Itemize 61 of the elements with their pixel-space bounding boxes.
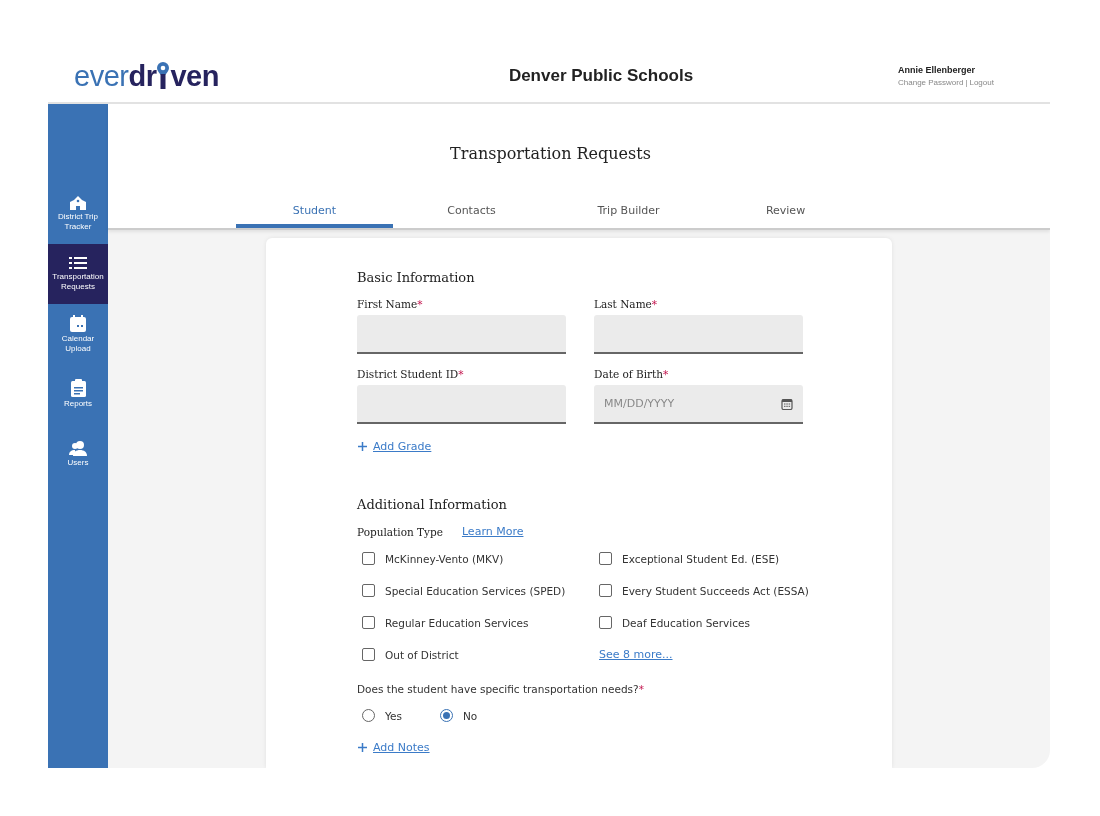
everdriven-logo: everdr ven bbox=[74, 61, 220, 91]
change-password-link[interactable]: Change Password bbox=[898, 78, 964, 87]
checkbox-option[interactable]: Special Education Services (SPED) bbox=[362, 582, 599, 599]
user-name: Annie Ellenberger bbox=[898, 65, 977, 75]
school-icon bbox=[69, 196, 87, 211]
field-label: First Name* bbox=[357, 298, 424, 310]
sidebar-item[interactable]: District Trip Tracker bbox=[48, 184, 108, 244]
sidebar-item[interactable]: Users bbox=[48, 424, 108, 484]
checkbox-option[interactable]: McKinney-Vento (MKV) bbox=[362, 550, 599, 567]
field-label: Date of Birth* bbox=[594, 368, 670, 380]
step-tab[interactable]: Student bbox=[236, 204, 393, 228]
plus-icon bbox=[357, 441, 368, 452]
calendar-icon[interactable] bbox=[781, 398, 793, 410]
step-tab[interactable]: Trip Builder bbox=[550, 204, 707, 228]
input-field[interactable] bbox=[357, 385, 566, 424]
checkbox[interactable] bbox=[599, 584, 612, 597]
checkbox[interactable] bbox=[599, 552, 612, 565]
users-icon bbox=[69, 440, 87, 457]
checkbox-option[interactable]: Deaf Education Services bbox=[599, 614, 829, 631]
link-separator: | bbox=[965, 78, 968, 87]
question-text: Does the student have specific transportation needs?* bbox=[357, 683, 645, 695]
see-more-link[interactable]: See 8 more... bbox=[599, 648, 673, 661]
checkbox[interactable] bbox=[362, 584, 375, 597]
field-label: District Student ID* bbox=[357, 368, 465, 380]
input-field[interactable] bbox=[357, 315, 566, 354]
list-icon bbox=[69, 256, 87, 271]
checkbox[interactable] bbox=[362, 648, 375, 661]
sidebar-item[interactable]: Transportation Requests bbox=[48, 244, 108, 304]
sidebar-item[interactable]: Calendar Upload bbox=[48, 304, 108, 364]
checkbox-option[interactable]: Regular Education Services bbox=[362, 614, 599, 631]
section-heading: Additional Information bbox=[357, 497, 508, 512]
add-notes-link[interactable]: Add Notes bbox=[373, 741, 430, 754]
sidebar-label: Reports bbox=[64, 399, 92, 409]
step-tab[interactable]: Contacts bbox=[393, 204, 550, 228]
checkbox[interactable] bbox=[362, 552, 375, 565]
sidebar-label: Calendar Upload bbox=[60, 333, 96, 354]
add-grade-link[interactable]: Add Grade bbox=[373, 440, 432, 453]
population-type-label: Population Type bbox=[357, 525, 443, 538]
section-heading: Basic Information bbox=[357, 270, 476, 285]
checkbox[interactable] bbox=[362, 616, 375, 629]
step-tab[interactable]: Review bbox=[707, 204, 864, 228]
sidebar-label: Transportation Requests bbox=[51, 272, 105, 292]
sidebar-item[interactable]: Reports bbox=[48, 364, 108, 424]
input-field[interactable] bbox=[594, 315, 803, 354]
checkbox-option[interactable]: Exceptional Student Ed. (ESE) bbox=[599, 550, 829, 567]
checkbox-option[interactable]: Out of District bbox=[362, 646, 599, 663]
clipboard-icon bbox=[70, 379, 86, 398]
sidebar-label: District Trip Tracker bbox=[57, 212, 99, 232]
checkbox[interactable] bbox=[599, 616, 612, 629]
radio-option[interactable]: Yes bbox=[362, 709, 402, 722]
checkbox-option[interactable]: Every Student Succeeds Act (ESSA) bbox=[599, 582, 829, 599]
page-title: Transportation Requests bbox=[450, 144, 651, 163]
district-title: Denver Public Schools bbox=[507, 66, 695, 86]
logout-link[interactable]: Logout bbox=[969, 78, 994, 87]
date-field[interactable]: MM/DD/YYYY bbox=[594, 385, 803, 424]
calendar-icon bbox=[69, 314, 87, 332]
field-label: Last Name* bbox=[594, 298, 659, 310]
sidebar-label: Users bbox=[67, 458, 89, 468]
plus-icon bbox=[357, 742, 368, 753]
radio-option[interactable]: No bbox=[439, 709, 478, 722]
learn-more-link[interactable]: Learn More bbox=[461, 525, 524, 538]
